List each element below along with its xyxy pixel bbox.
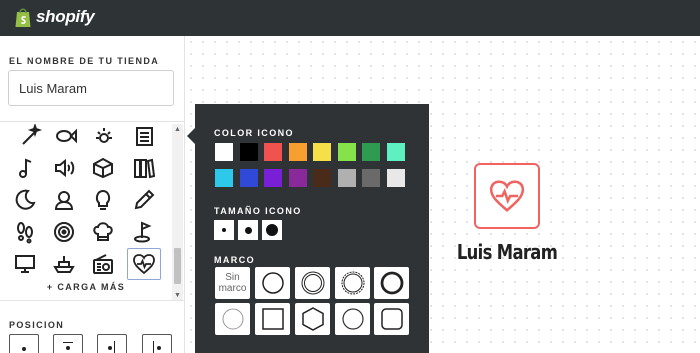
wand-icon[interactable] — [14, 122, 48, 152]
frame-circle-thick-button[interactable] — [374, 267, 409, 299]
frame-circle-plain-button[interactable] — [335, 303, 370, 335]
size-large-button[interactable] — [262, 220, 282, 240]
ship-icon[interactable] — [47, 248, 81, 280]
size-small-button[interactable] — [214, 220, 234, 240]
scroll-thumb[interactable] — [174, 248, 181, 284]
pencil-icon[interactable] — [127, 184, 161, 216]
color-swatch[interactable] — [385, 168, 406, 188]
preview-logo-frame — [474, 163, 540, 229]
cube-icon[interactable] — [86, 152, 120, 184]
monitor-icon[interactable] — [8, 248, 42, 280]
icon-settings-popover: COLOR ICONO TAMAÑO ICONO MARCO Sin marco — [195, 104, 429, 353]
chef-hat-icon[interactable] — [86, 216, 120, 248]
icon-grid — [0, 122, 172, 292]
light-circle-frame-icon — [222, 308, 243, 330]
shopping-bag-icon — [15, 8, 31, 27]
color-swatch[interactable] — [361, 168, 381, 188]
size-dot — [244, 226, 252, 234]
plain-circle-frame-icon — [341, 308, 364, 330]
fish-icon[interactable] — [48, 122, 82, 152]
heart-pulse-icon[interactable] — [127, 248, 161, 280]
dot — [108, 346, 112, 350]
thick-circle-frame-icon — [380, 271, 403, 295]
color-swatch[interactable] — [312, 168, 332, 188]
position-right-button[interactable] — [142, 334, 172, 353]
frame-square-button[interactable] — [255, 303, 290, 335]
dash — [153, 341, 154, 353]
frame-circle-light-button[interactable] — [215, 303, 250, 335]
sidebar: EL NOMBRE DE TU TIENDA Luis Maram ▲ ▼ + … — [0, 36, 185, 353]
frame-circle-thin-button[interactable] — [255, 267, 290, 299]
music-note-icon[interactable] — [8, 152, 42, 184]
person-icon[interactable] — [47, 184, 81, 216]
color-swatch[interactable] — [312, 142, 332, 162]
frame-none-label: Sin marco — [218, 272, 247, 294]
frame-rounded-square-button[interactable] — [374, 303, 409, 335]
heart-pulse-icon — [489, 180, 525, 212]
color-swatch[interactable] — [287, 142, 308, 162]
frame-circle-dotted-button[interactable] — [335, 267, 370, 299]
color-swatch[interactable] — [361, 142, 381, 162]
ring-frame-icon — [341, 271, 364, 295]
speaker-icon[interactable] — [47, 152, 81, 184]
position-center-button[interactable] — [9, 334, 39, 353]
color-swatch[interactable] — [263, 168, 283, 188]
sun-icon[interactable] — [87, 122, 121, 152]
top-bar: shopify — [0, 0, 700, 36]
load-more-button[interactable]: + CARGA MÁS — [0, 282, 172, 292]
dot — [22, 347, 26, 351]
color-swatch[interactable] — [214, 142, 234, 162]
dot — [66, 346, 70, 350]
icon-grid-scrollbar[interactable]: ▲ ▼ — [172, 124, 183, 300]
golf-flag-icon[interactable] — [127, 216, 161, 248]
color-swatch[interactable] — [214, 168, 234, 188]
icon-size-label: TAMAÑO ICONO — [214, 206, 302, 216]
newspaper-icon[interactable] — [127, 122, 161, 152]
double-circle-frame-icon — [301, 271, 324, 295]
store-name-input[interactable] — [8, 70, 174, 106]
rounded-square-frame-icon — [380, 308, 403, 330]
color-swatch[interactable] — [238, 168, 259, 188]
scroll-up-arrow-icon[interactable]: ▲ — [174, 126, 181, 133]
dash — [63, 342, 73, 343]
radio-icon[interactable] — [86, 248, 120, 280]
dash — [114, 341, 115, 353]
size-dot — [266, 224, 278, 236]
size-medium-button[interactable] — [238, 220, 258, 240]
color-swatch[interactable] — [336, 142, 357, 162]
store-name-label: EL NOMBRE DE TU TIENDA — [9, 56, 160, 66]
hexagon-frame-icon — [301, 307, 324, 331]
divider — [0, 300, 184, 301]
color-swatch[interactable] — [263, 142, 283, 162]
position-top-button[interactable] — [53, 334, 83, 353]
lightbulb-icon[interactable] — [86, 184, 120, 216]
logo-text: shopify — [36, 7, 95, 26]
position-left-button[interactable] — [97, 334, 127, 353]
moon-icon[interactable] — [8, 184, 42, 216]
color-swatch[interactable] — [336, 168, 357, 188]
color-swatch[interactable] — [238, 142, 259, 162]
books-icon[interactable] — [127, 152, 161, 184]
frame-circle-double-button[interactable] — [295, 267, 330, 299]
color-swatch[interactable] — [287, 168, 308, 188]
size-dot — [222, 228, 226, 232]
popover-arrow — [187, 128, 195, 144]
color-swatch[interactable] — [385, 142, 406, 162]
scroll-down-arrow-icon[interactable]: ▼ — [174, 292, 181, 299]
footprints-icon[interactable] — [8, 216, 42, 248]
preview-store-name: Luis Maram — [456, 240, 558, 264]
position-label: POSICION — [9, 320, 65, 330]
target-icon[interactable] — [47, 216, 81, 248]
icon-color-label: COLOR ICONO — [214, 128, 294, 138]
frame-label: MARCO — [214, 255, 255, 265]
frame-none-button[interactable]: Sin marco — [215, 267, 250, 299]
dot — [157, 346, 161, 350]
circle-frame-icon — [261, 272, 284, 294]
frame-hexagon-button[interactable] — [295, 303, 330, 335]
square-frame-icon — [261, 308, 284, 330]
shopify-logo[interactable]: shopify — [14, 6, 95, 28]
